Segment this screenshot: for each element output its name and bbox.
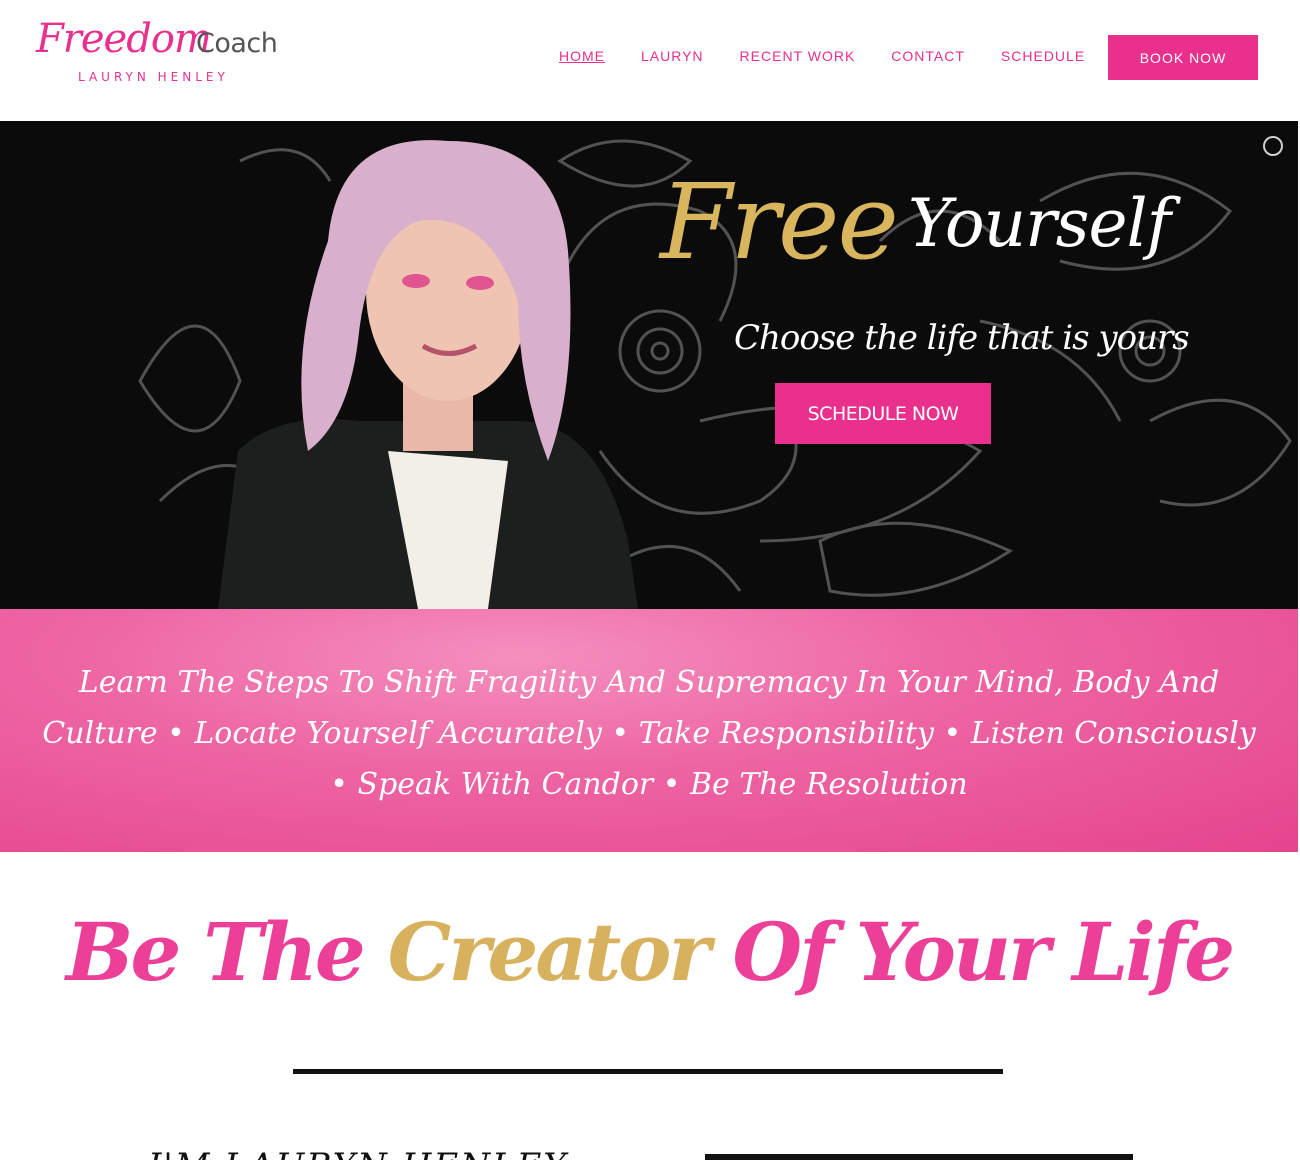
- slide-indicator-dot[interactable]: [1263, 136, 1283, 156]
- logo-script-text: Freedom: [36, 16, 212, 62]
- coach-portrait-image: [218, 140, 638, 609]
- nav-schedule[interactable]: SCHEDULE: [1001, 48, 1085, 68]
- headline-part-3: Of Your Life: [732, 905, 1236, 999]
- hero-title: Free Yourself: [660, 161, 1220, 311]
- steps-banner: Learn The Steps To Shift Fragility And S…: [0, 609, 1298, 852]
- creator-headline: Be The Creator Of Your Life: [0, 905, 1298, 999]
- hero-subtitle: Choose the life that is yours: [734, 318, 1190, 358]
- headline-part-1: Be The: [65, 905, 366, 999]
- hero-title-accent: Free: [660, 161, 899, 283]
- logo[interactable]: Freedom Coach LAURYN HENLEY: [34, 10, 278, 86]
- schedule-now-button[interactable]: SCHEDULE NOW: [775, 383, 991, 444]
- site-header: Freedom Coach LAURYN HENLEY HOME LAURYN …: [0, 0, 1300, 120]
- headline-part-2: Creator: [387, 905, 711, 999]
- logo-subtitle: LAURYN HENLEY: [78, 70, 229, 84]
- hero-title-rest: Yourself: [908, 185, 1171, 262]
- intro-heading: I'M LAURYN HENLEY: [148, 1146, 568, 1160]
- nav-lauryn[interactable]: LAURYN: [641, 48, 704, 68]
- nav-home[interactable]: HOME: [559, 48, 605, 68]
- video-frame[interactable]: [705, 1154, 1133, 1160]
- nav-contact[interactable]: CONTACT: [891, 48, 965, 68]
- nav-recent-work[interactable]: RECENT WORK: [740, 48, 856, 68]
- logo-plain-text: Coach: [196, 28, 278, 59]
- section-divider: [293, 1069, 1003, 1074]
- main-nav: HOME LAURYN RECENT WORK CONTACT SCHEDULE: [540, 48, 1121, 68]
- steps-text: Learn The Steps To Shift Fragility And S…: [42, 665, 1256, 802]
- book-now-button[interactable]: BOOK NOW: [1108, 35, 1258, 80]
